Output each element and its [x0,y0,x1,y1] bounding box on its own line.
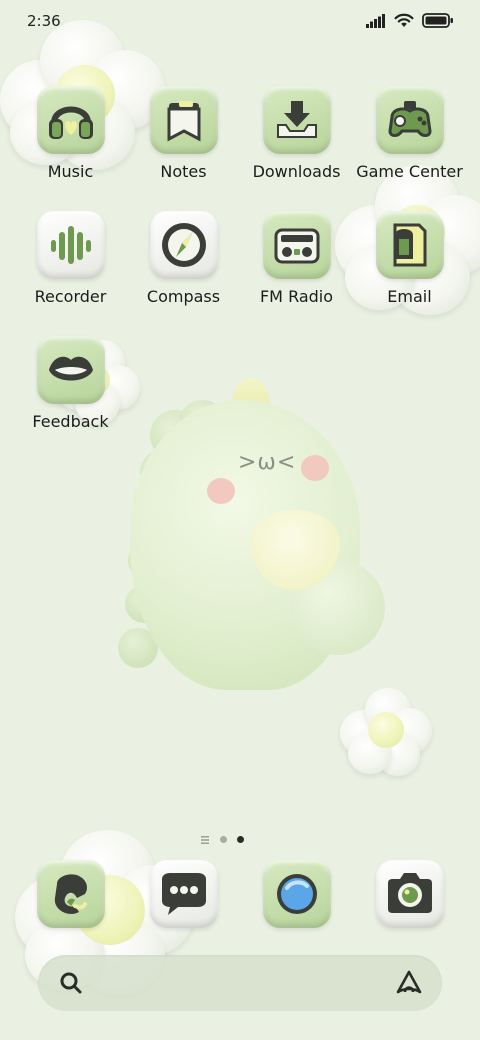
app-label: Feedback [32,412,109,431]
assistant-icon[interactable] [394,968,424,998]
battery-icon [422,13,454,32]
app-fm-radio[interactable]: FM Radio [240,211,353,306]
music-headphones-icon [36,86,105,154]
page-dot [220,836,227,843]
lips-icon [36,336,105,404]
dock-camera[interactable] [353,860,466,928]
dock-browser[interactable] [240,860,353,928]
app-label: Email [387,287,432,306]
list-icon [200,830,210,849]
app-music[interactable]: Music [14,86,127,181]
wifi-icon [394,13,414,32]
app-email[interactable]: Email [353,211,466,306]
message-icon [149,860,218,928]
app-downloads[interactable]: Downloads [240,86,353,181]
app-label: Downloads [252,162,341,181]
app-label: Compass [146,287,221,306]
app-label: Recorder [34,287,107,306]
signal-icon [366,13,386,32]
phone-icon [36,860,105,928]
status-bar: 2:36 [0,0,480,42]
download-icon [262,86,331,154]
status-time: 2:36 [27,12,61,30]
browser-icon [262,860,331,928]
app-game-center[interactable]: Game Center [353,86,466,181]
app-notes[interactable]: Notes [127,86,240,181]
app-label: FM Radio [259,287,334,306]
dock-phone[interactable] [14,860,127,928]
app-recorder[interactable]: Recorder [14,211,127,306]
app-label: Notes [160,162,207,181]
camera-icon [375,860,444,928]
app-label: Game Center [356,162,463,181]
search-icon [58,970,84,996]
dock-messages[interactable] [127,860,240,928]
gamepad-icon [375,86,444,154]
wallpaper-flower [340,688,432,776]
radio-icon [262,211,331,279]
page-indicator[interactable] [200,830,244,849]
search-bar[interactable] [38,955,442,1011]
app-label: Music [47,162,94,181]
recorder-icon [36,211,105,279]
email-icon [375,211,444,279]
notes-icon [149,86,218,154]
app-compass[interactable]: Compass [127,211,240,306]
page-dot-active [237,836,244,843]
compass-icon [149,211,218,279]
app-feedback[interactable]: Feedback [14,336,127,431]
